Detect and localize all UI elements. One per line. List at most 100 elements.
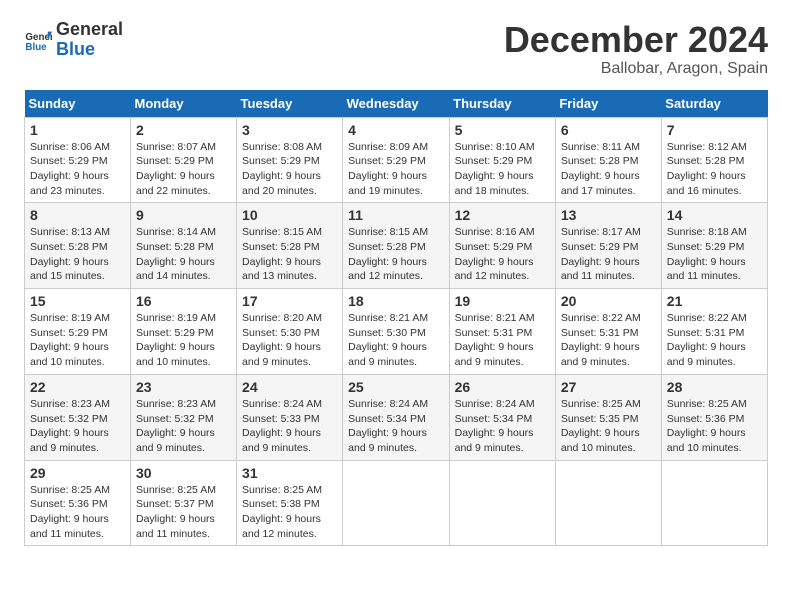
logo-icon: General Blue [24,26,52,54]
day-number: 21 [667,293,762,309]
day-info: Sunrise: 8:19 AMSunset: 5:29 PMDaylight:… [136,311,231,370]
day-number: 9 [136,207,231,223]
day-number: 4 [348,122,443,138]
day-info: Sunrise: 8:13 AMSunset: 5:28 PMDaylight:… [30,225,125,284]
day-number: 14 [667,207,762,223]
day-number: 18 [348,293,443,309]
day-info: Sunrise: 8:21 AMSunset: 5:31 PMDaylight:… [455,311,550,370]
calendar-cell: 31Sunrise: 8:25 AMSunset: 5:38 PMDayligh… [237,460,343,546]
calendar-cell: 10 Sunrise: 8:15 AMSunset: 5:28 PMDayligh… [237,203,343,289]
calendar-cell: 5 Sunrise: 8:10 AMSunset: 5:29 PMDaylight… [449,117,555,203]
calendar-row-3: 22 Sunrise: 8:23 AMSunset: 5:32 PMDayligh… [25,374,768,460]
day-info: Sunrise: 8:15 AMSunset: 5:28 PMDaylight:… [242,225,337,284]
calendar-cell: 16 Sunrise: 8:19 AMSunset: 5:29 PMDayligh… [131,289,237,375]
calendar-cell: 14 Sunrise: 8:18 AMSunset: 5:29 PMDayligh… [661,203,767,289]
col-wednesday: Wednesday [343,90,449,118]
day-info: Sunrise: 8:24 AMSunset: 5:34 PMDaylight:… [348,397,443,456]
day-info: Sunrise: 8:06 AMSunset: 5:29 PMDaylight:… [30,140,125,199]
calendar-cell [343,460,449,546]
calendar-cell: 15Sunrise: 8:19 AMSunset: 5:29 PMDayligh… [25,289,131,375]
calendar-row-1: 8 Sunrise: 8:13 AMSunset: 5:28 PMDaylight… [25,203,768,289]
calendar-cell: 26 Sunrise: 8:24 AMSunset: 5:34 PMDayligh… [449,374,555,460]
calendar-cell [661,460,767,546]
calendar-cell: 29Sunrise: 8:25 AMSunset: 5:36 PMDayligh… [25,460,131,546]
day-info: Sunrise: 8:18 AMSunset: 5:29 PMDaylight:… [667,225,762,284]
calendar-cell: 22 Sunrise: 8:23 AMSunset: 5:32 PMDayligh… [25,374,131,460]
day-info: Sunrise: 8:22 AMSunset: 5:31 PMDaylight:… [561,311,656,370]
day-info: Sunrise: 8:25 AMSunset: 5:36 PMDaylight:… [667,397,762,456]
day-number: 28 [667,379,762,395]
col-friday: Friday [555,90,661,118]
calendar-cell: 21 Sunrise: 8:22 AMSunset: 5:31 PMDayligh… [661,289,767,375]
day-number: 6 [561,122,656,138]
col-tuesday: Tuesday [237,90,343,118]
day-number: 2 [136,122,231,138]
day-number: 24 [242,379,337,395]
calendar-cell: 27 Sunrise: 8:25 AMSunset: 5:35 PMDayligh… [555,374,661,460]
calendar-row-0: 1 Sunrise: 8:06 AMSunset: 5:29 PMDaylight… [25,117,768,203]
day-number: 17 [242,293,337,309]
calendar-cell: 11Sunrise: 8:15 AMSunset: 5:28 PMDayligh… [343,203,449,289]
calendar-cell: 20 Sunrise: 8:22 AMSunset: 5:31 PMDayligh… [555,289,661,375]
day-info: Sunrise: 8:07 AMSunset: 5:29 PMDaylight:… [136,140,231,199]
calendar-cell: 3 Sunrise: 8:08 AMSunset: 5:29 PMDaylight… [237,117,343,203]
svg-text:Blue: Blue [25,42,47,53]
calendar-row-2: 15 Sunrise: 8:19 AMSunset: 5:29 PMDayligh… [25,289,768,375]
day-number: 5 [455,122,550,138]
day-number: 20 [561,293,656,309]
day-info: Sunrise: 8:23 AMSunset: 5:32 PMDaylight:… [30,397,125,456]
day-number: 16 [136,293,231,309]
calendar-cell [449,460,555,546]
calendar-cell: 7 Sunrise: 8:12 AMSunset: 5:28 PMDaylight… [661,117,767,203]
calendar-cell: 30 Sunrise: 8:25 AMSunset: 5:37 PMDayligh… [131,460,237,546]
day-info: Sunrise: 8:24 AMSunset: 5:33 PMDaylight:… [242,397,337,456]
day-number: 8 [30,207,125,223]
day-number: 30 [136,465,231,481]
calendar-cell: 18 Sunrise: 8:21 AMSunset: 5:30 PMDayligh… [343,289,449,375]
day-number: 25 [348,379,443,395]
calendar-cell: 13Sunrise: 8:17 AMSunset: 5:29 PMDayligh… [555,203,661,289]
calendar-cell: 25 Sunrise: 8:24 AMSunset: 5:34 PMDayligh… [343,374,449,460]
month-title: December 2024 [504,20,768,60]
day-number: 22 [30,379,125,395]
calendar-cell: 17 Sunrise: 8:20 AMSunset: 5:30 PMDayligh… [237,289,343,375]
calendar-table: Sunday Monday Tuesday Wednesday Thursday… [24,90,768,547]
col-thursday: Thursday [449,90,555,118]
day-number: 7 [667,122,762,138]
location: Ballobar, Aragon, Spain [504,60,768,78]
day-info: Sunrise: 8:16 AMSunset: 5:29 PMDaylight:… [455,225,550,284]
day-number: 29 [30,465,125,481]
col-sunday: Sunday [25,90,131,118]
day-info: Sunrise: 8:25 AMSunset: 5:35 PMDaylight:… [561,397,656,456]
day-info: Sunrise: 8:14 AMSunset: 5:28 PMDaylight:… [136,225,231,284]
calendar-cell: 4 Sunrise: 8:09 AMSunset: 5:29 PMDaylight… [343,117,449,203]
day-info: Sunrise: 8:20 AMSunset: 5:30 PMDaylight:… [242,311,337,370]
day-number: 26 [455,379,550,395]
day-info: Sunrise: 8:12 AMSunset: 5:28 PMDaylight:… [667,140,762,199]
day-info: Sunrise: 8:23 AMSunset: 5:32 PMDaylight:… [136,397,231,456]
day-info: Sunrise: 8:11 AMSunset: 5:28 PMDaylight:… [561,140,656,199]
col-saturday: Saturday [661,90,767,118]
day-number: 27 [561,379,656,395]
day-number: 1 [30,122,125,138]
day-info: Sunrise: 8:22 AMSunset: 5:31 PMDaylight:… [667,311,762,370]
day-number: 3 [242,122,337,138]
calendar-cell: 28 Sunrise: 8:25 AMSunset: 5:36 PMDayligh… [661,374,767,460]
day-number: 10 [242,207,337,223]
calendar-cell: 12 Sunrise: 8:16 AMSunset: 5:29 PMDayligh… [449,203,555,289]
day-info: Sunrise: 8:25 AMSunset: 5:37 PMDaylight:… [136,483,231,542]
day-number: 23 [136,379,231,395]
day-info: Sunrise: 8:10 AMSunset: 5:29 PMDaylight:… [455,140,550,199]
day-info: Sunrise: 8:21 AMSunset: 5:30 PMDaylight:… [348,311,443,370]
day-info: Sunrise: 8:25 AMSunset: 5:38 PMDaylight:… [242,483,337,542]
header: General Blue General Blue December 2024 … [24,20,768,78]
day-number: 12 [455,207,550,223]
day-info: Sunrise: 8:09 AMSunset: 5:29 PMDaylight:… [348,140,443,199]
day-info: Sunrise: 8:24 AMSunset: 5:34 PMDaylight:… [455,397,550,456]
calendar-cell: 19Sunrise: 8:21 AMSunset: 5:31 PMDayligh… [449,289,555,375]
day-info: Sunrise: 8:08 AMSunset: 5:29 PMDaylight:… [242,140,337,199]
calendar-row-4: 29Sunrise: 8:25 AMSunset: 5:36 PMDayligh… [25,460,768,546]
day-number: 15 [30,293,125,309]
calendar-cell: 2 Sunrise: 8:07 AMSunset: 5:29 PMDaylight… [131,117,237,203]
day-info: Sunrise: 8:15 AMSunset: 5:28 PMDaylight:… [348,225,443,284]
